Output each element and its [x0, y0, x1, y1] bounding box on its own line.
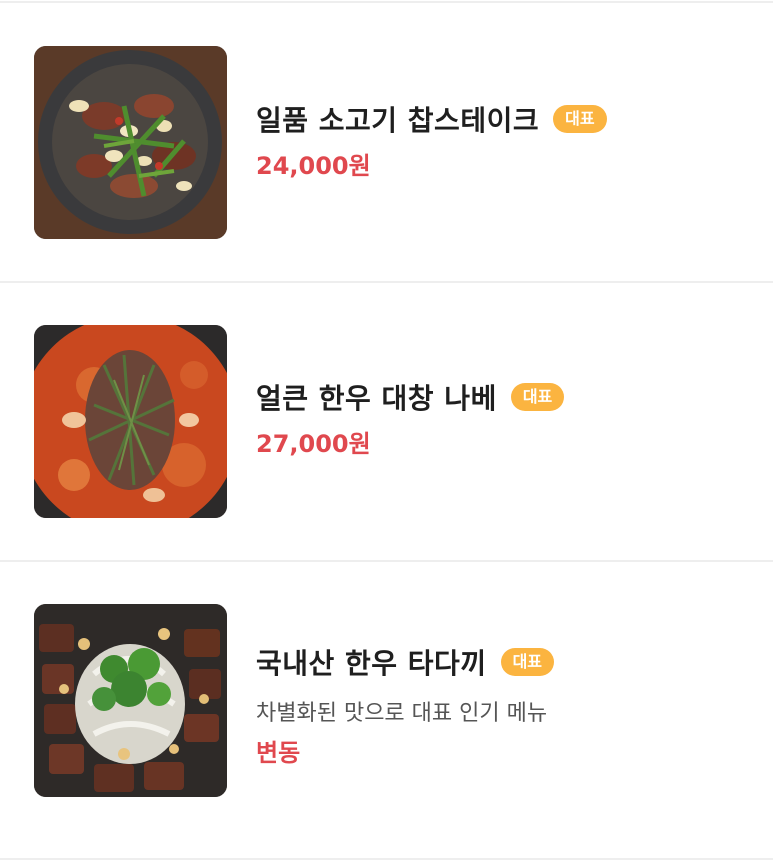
menu-item-photo [34, 604, 227, 797]
menu-item-price: 27,000원 [256, 430, 371, 458]
signature-badge: 대표 [553, 105, 607, 133]
menu-item-nabe[interactable]: 얼큰 한우 대창 나베 대표 27,000원 [0, 283, 773, 561]
menu-item-name: 국내산 한우 타다끼 [256, 647, 487, 680]
tataki-photo [34, 604, 227, 797]
menu-item-info: 국내산 한우 타다끼 대표 차별화된 맛으로 대표 인기 메뉴 변동 [256, 640, 555, 768]
menu-item-price: 24,000원 [256, 152, 371, 180]
nabe-photo [34, 325, 227, 518]
divider [0, 858, 773, 860]
menu-item-price: 변동 [256, 739, 301, 767]
chop-steak-photo [34, 46, 227, 239]
signature-badge: 대표 [500, 648, 555, 676]
menu-item-title-row: 일품 소고기 찹스테이크 대표 [256, 97, 607, 141]
signature-badge: 대표 [510, 383, 565, 411]
menu-item-chop-steak[interactable]: 일품 소고기 찹스테이크 대표 24,000원 [0, 3, 773, 281]
menu-item-description: 차별화된 맛으로 대표 인기 메뉴 [256, 701, 548, 726]
menu-item-title-row: 국내산 한우 타다끼 대표 [256, 640, 555, 684]
menu-item-info: 얼큰 한우 대창 나베 대표 27,000원 [256, 375, 565, 459]
menu-item-name: 얼큰 한우 대창 나베 [256, 382, 497, 415]
menu-item-photo [34, 46, 227, 239]
menu-item-tataki[interactable]: 국내산 한우 타다끼 대표 차별화된 맛으로 대표 인기 메뉴 변동 [0, 562, 773, 840]
menu-item-photo [34, 325, 227, 518]
menu-item-name: 일품 소고기 찹스테이크 [256, 104, 540, 137]
menu-item-title-row: 얼큰 한우 대창 나베 대표 [256, 375, 565, 419]
menu-list: 일품 소고기 찹스테이크 대표 24,000원 얼큰 한우 대창 나베 대표 2… [0, 0, 773, 868]
menu-item-info: 일품 소고기 찹스테이크 대표 24,000원 [256, 97, 607, 181]
